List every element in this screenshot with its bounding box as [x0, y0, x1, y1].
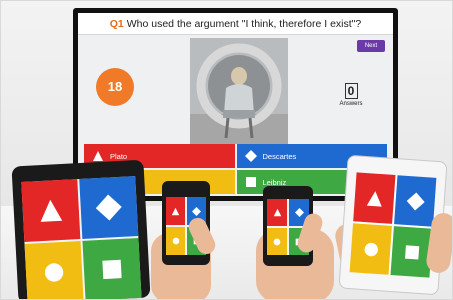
tablet-left: [11, 159, 151, 299]
square-icon: [102, 259, 122, 280]
diamond-icon: [192, 206, 201, 216]
answer-option-label: Descartes: [262, 151, 297, 161]
triangle-icon: [366, 190, 382, 207]
question-image: [190, 38, 288, 144]
diamond-icon: [244, 150, 257, 162]
answer-button-yellow[interactable]: [166, 227, 185, 255]
answer-button-green[interactable]: [390, 226, 433, 278]
answer-button-yellow[interactable]: [24, 241, 84, 299]
circle-icon: [172, 237, 179, 245]
diamond-icon: [406, 192, 425, 210]
answer-button-red[interactable]: [166, 197, 185, 225]
circle-icon: [273, 238, 281, 245]
tablet-right-screen: [349, 172, 437, 278]
answer-button-blue[interactable]: [394, 175, 437, 227]
circle-icon: [44, 263, 64, 282]
question-bar: Q1 Who used the argument "I think, theref…: [78, 13, 393, 35]
photo-frame: Q1 Who used the argument "I think, theref…: [0, 0, 453, 300]
timer-badge: 18: [96, 68, 134, 106]
square-icon: [245, 177, 256, 187]
diamond-icon: [95, 194, 122, 221]
square-icon: [404, 244, 419, 259]
triangle-icon: [40, 199, 63, 222]
triangle-icon: [171, 207, 180, 215]
diamond-icon: [294, 208, 304, 217]
answer-button-yellow[interactable]: [349, 223, 392, 275]
question-text: Who used the argument "I think, therefor…: [126, 18, 362, 30]
answers-count: 0: [344, 83, 358, 99]
answer-button-red[interactable]: [353, 172, 396, 224]
question-number: Q1: [109, 18, 124, 30]
triangle-icon: [273, 208, 281, 217]
answer-button-blue[interactable]: [79, 176, 139, 239]
answer-option-label: Plato: [110, 151, 128, 161]
answer-button-red[interactable]: [267, 199, 287, 226]
next-button[interactable]: Next: [357, 40, 385, 52]
tablet-left-screen: [21, 176, 142, 299]
answer-button-yellow[interactable]: [267, 228, 287, 255]
circle-icon: [364, 242, 378, 256]
philosopher-sculpture-image: [190, 38, 288, 144]
triangle-icon: [93, 151, 103, 161]
answers-counter: 0 Answers: [331, 83, 371, 107]
answer-button-red[interactable]: [21, 179, 81, 242]
answers-label: Answers: [339, 101, 363, 107]
answer-button-green[interactable]: [82, 238, 142, 299]
